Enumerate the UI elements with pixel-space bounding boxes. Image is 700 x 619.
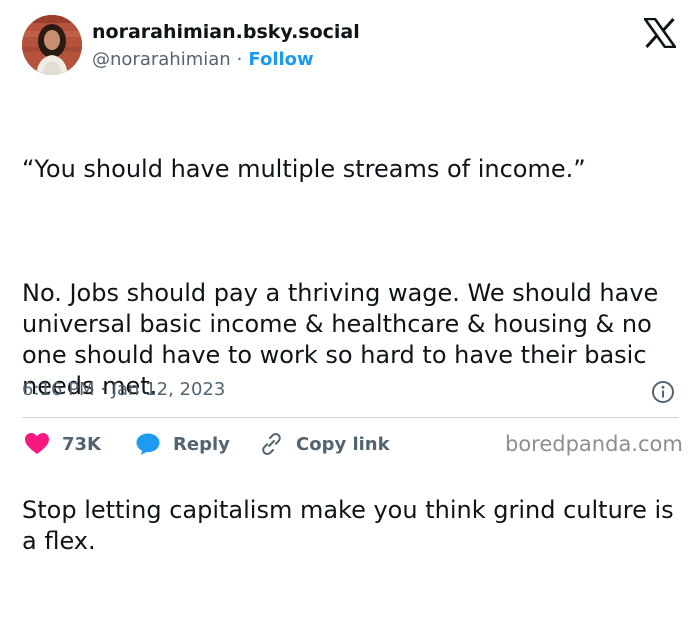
speech-bubble-icon	[136, 433, 160, 455]
copy-link-label: Copy link	[296, 433, 390, 455]
display-name[interactable]: norarahimian.bsky.social	[92, 21, 360, 43]
tweet-text: “You should have multiple streams of inc…	[22, 92, 682, 619]
tweet-paragraph: “You should have multiple streams of inc…	[22, 155, 586, 183]
x-logo-icon[interactable]	[642, 17, 678, 49]
like-button[interactable]: 73K	[24, 430, 101, 458]
handle[interactable]: @norarahimian	[92, 49, 231, 70]
handle-row: @norarahimian · Follow	[92, 49, 314, 70]
avatar[interactable]	[22, 15, 82, 75]
divider	[22, 417, 679, 418]
like-count: 73K	[62, 433, 101, 455]
tweet-card: norarahimian.bsky.social @norarahimian · F…	[0, 0, 700, 555]
reply-button[interactable]: Reply	[135, 430, 230, 458]
watermark-logo: boredpanda.com	[505, 432, 683, 456]
handle-separator: ·	[236, 49, 243, 70]
tweet-paragraph: Stop letting capitalism make you think g…	[22, 496, 682, 555]
heart-icon	[25, 433, 49, 454]
copy-link-button[interactable]: Copy link	[258, 430, 390, 458]
follow-button[interactable]: Follow	[248, 49, 313, 70]
info-icon[interactable]	[651, 380, 675, 404]
reply-label: Reply	[173, 433, 230, 455]
tweet-timestamp[interactable]: 6:16 PM · Jan 12, 2023	[22, 379, 225, 400]
link-icon	[262, 433, 281, 455]
